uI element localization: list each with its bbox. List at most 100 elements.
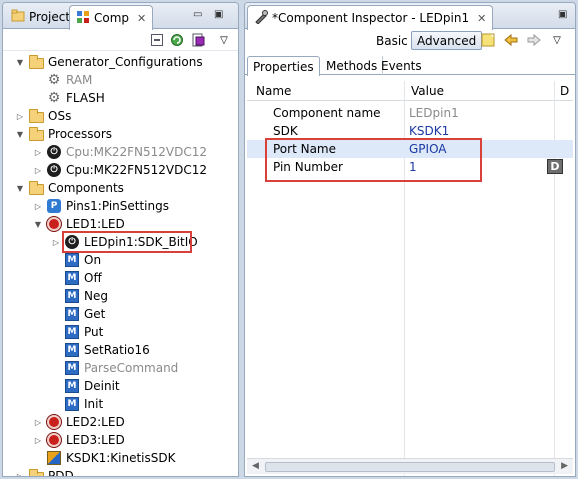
tree-item[interactable]: ▼ Components [3, 179, 238, 197]
refresh-icon[interactable] [169, 32, 185, 48]
expand-icon[interactable]: ▷ [51, 238, 61, 247]
tree-item-label: PDD [48, 469, 74, 477]
property-value[interactable]: KSDK1 [409, 124, 449, 138]
tree-item[interactable]: ▼ Generator_Configurations [3, 53, 238, 71]
view-menu-icon[interactable]: ▽ [216, 32, 232, 48]
tree-item[interactable]: ▼ Processors [3, 125, 238, 143]
gear-icon: ⚙ [47, 90, 61, 106]
close-icon[interactable]: ✕ [477, 12, 486, 25]
tree-item[interactable]: M ParseCommand [3, 359, 238, 377]
expand-icon[interactable]: ▷ [15, 472, 25, 477]
tree-item[interactable]: ▷ ⏻ Cpu:MK22FN512VDC12 [3, 143, 238, 161]
maximize-icon[interactable]: ▣ [558, 9, 567, 20]
collapse-icon[interactable]: ▼ [15, 184, 25, 193]
tree-item[interactable]: ▷ OSs [3, 107, 238, 125]
led-icon [46, 216, 62, 232]
tree-item[interactable]: M Init [3, 395, 238, 413]
view-menu-icon[interactable]: ▽ [549, 32, 565, 48]
property-name: SDK [273, 124, 298, 138]
property-row[interactable]: Pin Number 1 D [247, 158, 573, 176]
tree-item[interactable]: M Put [3, 323, 238, 341]
column-header-value[interactable]: Value [411, 84, 444, 98]
tree-item[interactable]: ▷ PDD [3, 467, 238, 477]
properties-header: Name Value D [247, 81, 573, 101]
generate-code-icon[interactable] [190, 32, 206, 48]
property-row[interactable]: Component name LEDpin1 [247, 104, 573, 122]
property-value[interactable]: 1 [409, 160, 417, 174]
tree-item-label: Put [84, 325, 104, 339]
method-icon: M [64, 324, 80, 340]
tree-item[interactable]: ▷ LED2:LED [3, 413, 238, 431]
components-toolbar: ▽ [3, 29, 238, 51]
scroll-right-icon[interactable]: ▶ [561, 461, 568, 471]
expand-icon[interactable]: ▷ [33, 418, 43, 427]
tree-item[interactable]: M Neg [3, 287, 238, 305]
tab-components[interactable]: Comp ✕ [69, 5, 154, 30]
tab-properties[interactable]: Properties [247, 56, 320, 76]
tree-item-label: ParseCommand [84, 361, 179, 375]
components-view: Project Comp ✕ ▭ ▣ ▽ ▼ Generator_Configur… [2, 2, 239, 477]
tree-item[interactable]: M Get [3, 305, 238, 323]
tree-item[interactable]: M Deinit [3, 377, 238, 395]
tree-item[interactable]: M On [3, 251, 238, 269]
scroll-thumb[interactable] [265, 462, 555, 472]
tree-item-label: LED2:LED [66, 415, 125, 429]
scroll-left-icon[interactable]: ◀ [252, 461, 259, 471]
new-note-icon[interactable] [480, 32, 496, 48]
method-icon: M [64, 252, 80, 268]
advanced-mode-button[interactable]: Advanced [411, 31, 483, 50]
column-header-third[interactable]: D [560, 84, 569, 98]
tab-component-inspector[interactable]: *Component Inspector - LEDpin1 ✕ [247, 5, 494, 30]
details-button[interactable]: D [547, 159, 563, 174]
properties-table: Name Value D Component name LEDpin1 SDK KSD… [247, 81, 573, 476]
project-icon [11, 9, 25, 26]
tree-item[interactable]: M Off [3, 269, 238, 287]
folder-icon [28, 108, 44, 124]
collapse-icon[interactable]: ▼ [15, 58, 25, 67]
tree-item[interactable]: ▷ LED3:LED [3, 431, 238, 449]
tree-item-label: Neg [84, 289, 108, 303]
tab-project[interactable]: Project [5, 5, 76, 29]
tree-item-label: SetRatio16 [84, 343, 150, 357]
collapse-icon[interactable]: ▼ [15, 130, 25, 139]
tree-item-label: Deinit [84, 379, 120, 393]
property-row[interactable]: Port Name GPIOA [247, 140, 573, 158]
collapse-icon[interactable]: ▼ [33, 220, 43, 229]
tree-item[interactable]: KSDK1:KinetisSDK [3, 449, 238, 467]
tab-methods[interactable]: Methods [321, 56, 384, 75]
horizontal-scrollbar[interactable]: ◀ ▶ [247, 458, 573, 474]
tree-item[interactable]: ▷ ⏻ LEDpin1:SDK_BitIO [3, 233, 238, 251]
pins-icon: P [46, 198, 62, 214]
minimize-icon[interactable]: ▭ [193, 9, 202, 20]
tab-events[interactable]: Events [376, 56, 427, 75]
forward-arrow-icon[interactable] [526, 32, 542, 48]
expand-icon[interactable]: ▷ [33, 202, 43, 211]
expand-icon[interactable]: ▷ [15, 112, 25, 121]
tree-item[interactable]: ▷ ⏻ Cpu:MK22FN512VDC12 [3, 161, 238, 179]
processor-icon: ⏻ [46, 144, 62, 160]
column-header-name[interactable]: Name [256, 84, 291, 98]
inspector-subtabs: Properties Methods Events [245, 53, 575, 76]
collapse-all-icon[interactable] [149, 32, 165, 48]
back-arrow-icon[interactable] [503, 32, 519, 48]
tree-item-label: LED1:LED [66, 217, 125, 231]
expand-icon[interactable]: ▷ [33, 166, 43, 175]
tree-item[interactable]: M SetRatio16 [3, 341, 238, 359]
property-value[interactable]: GPIOA [409, 142, 447, 156]
tree-item-label: Pins1:PinSettings [66, 199, 169, 213]
tree-item[interactable]: ▷ P Pins1:PinSettings [3, 197, 238, 215]
tree-item[interactable]: ⚙ FLASH [3, 89, 238, 107]
property-row[interactable]: SDK KSDK1 [247, 122, 573, 140]
tree-item-label: Cpu:MK22FN512VDC12 [66, 163, 208, 177]
expand-icon[interactable]: ▷ [33, 436, 43, 445]
tree-item[interactable]: ⚙ RAM [3, 71, 238, 89]
expand-icon[interactable]: ▷ [33, 148, 43, 157]
tree-item-label: OSs [48, 109, 72, 123]
basic-mode-button[interactable]: Basic [376, 34, 408, 48]
method-icon: M [64, 306, 80, 322]
tree-item-label: LEDpin1:SDK_BitIO [84, 235, 198, 249]
maximize-icon[interactable]: ▣ [214, 9, 223, 20]
property-value[interactable]: LEDpin1 [409, 106, 459, 120]
tree-item[interactable]: ▼ LED1:LED [3, 215, 238, 233]
close-icon[interactable]: ✕ [137, 12, 146, 25]
